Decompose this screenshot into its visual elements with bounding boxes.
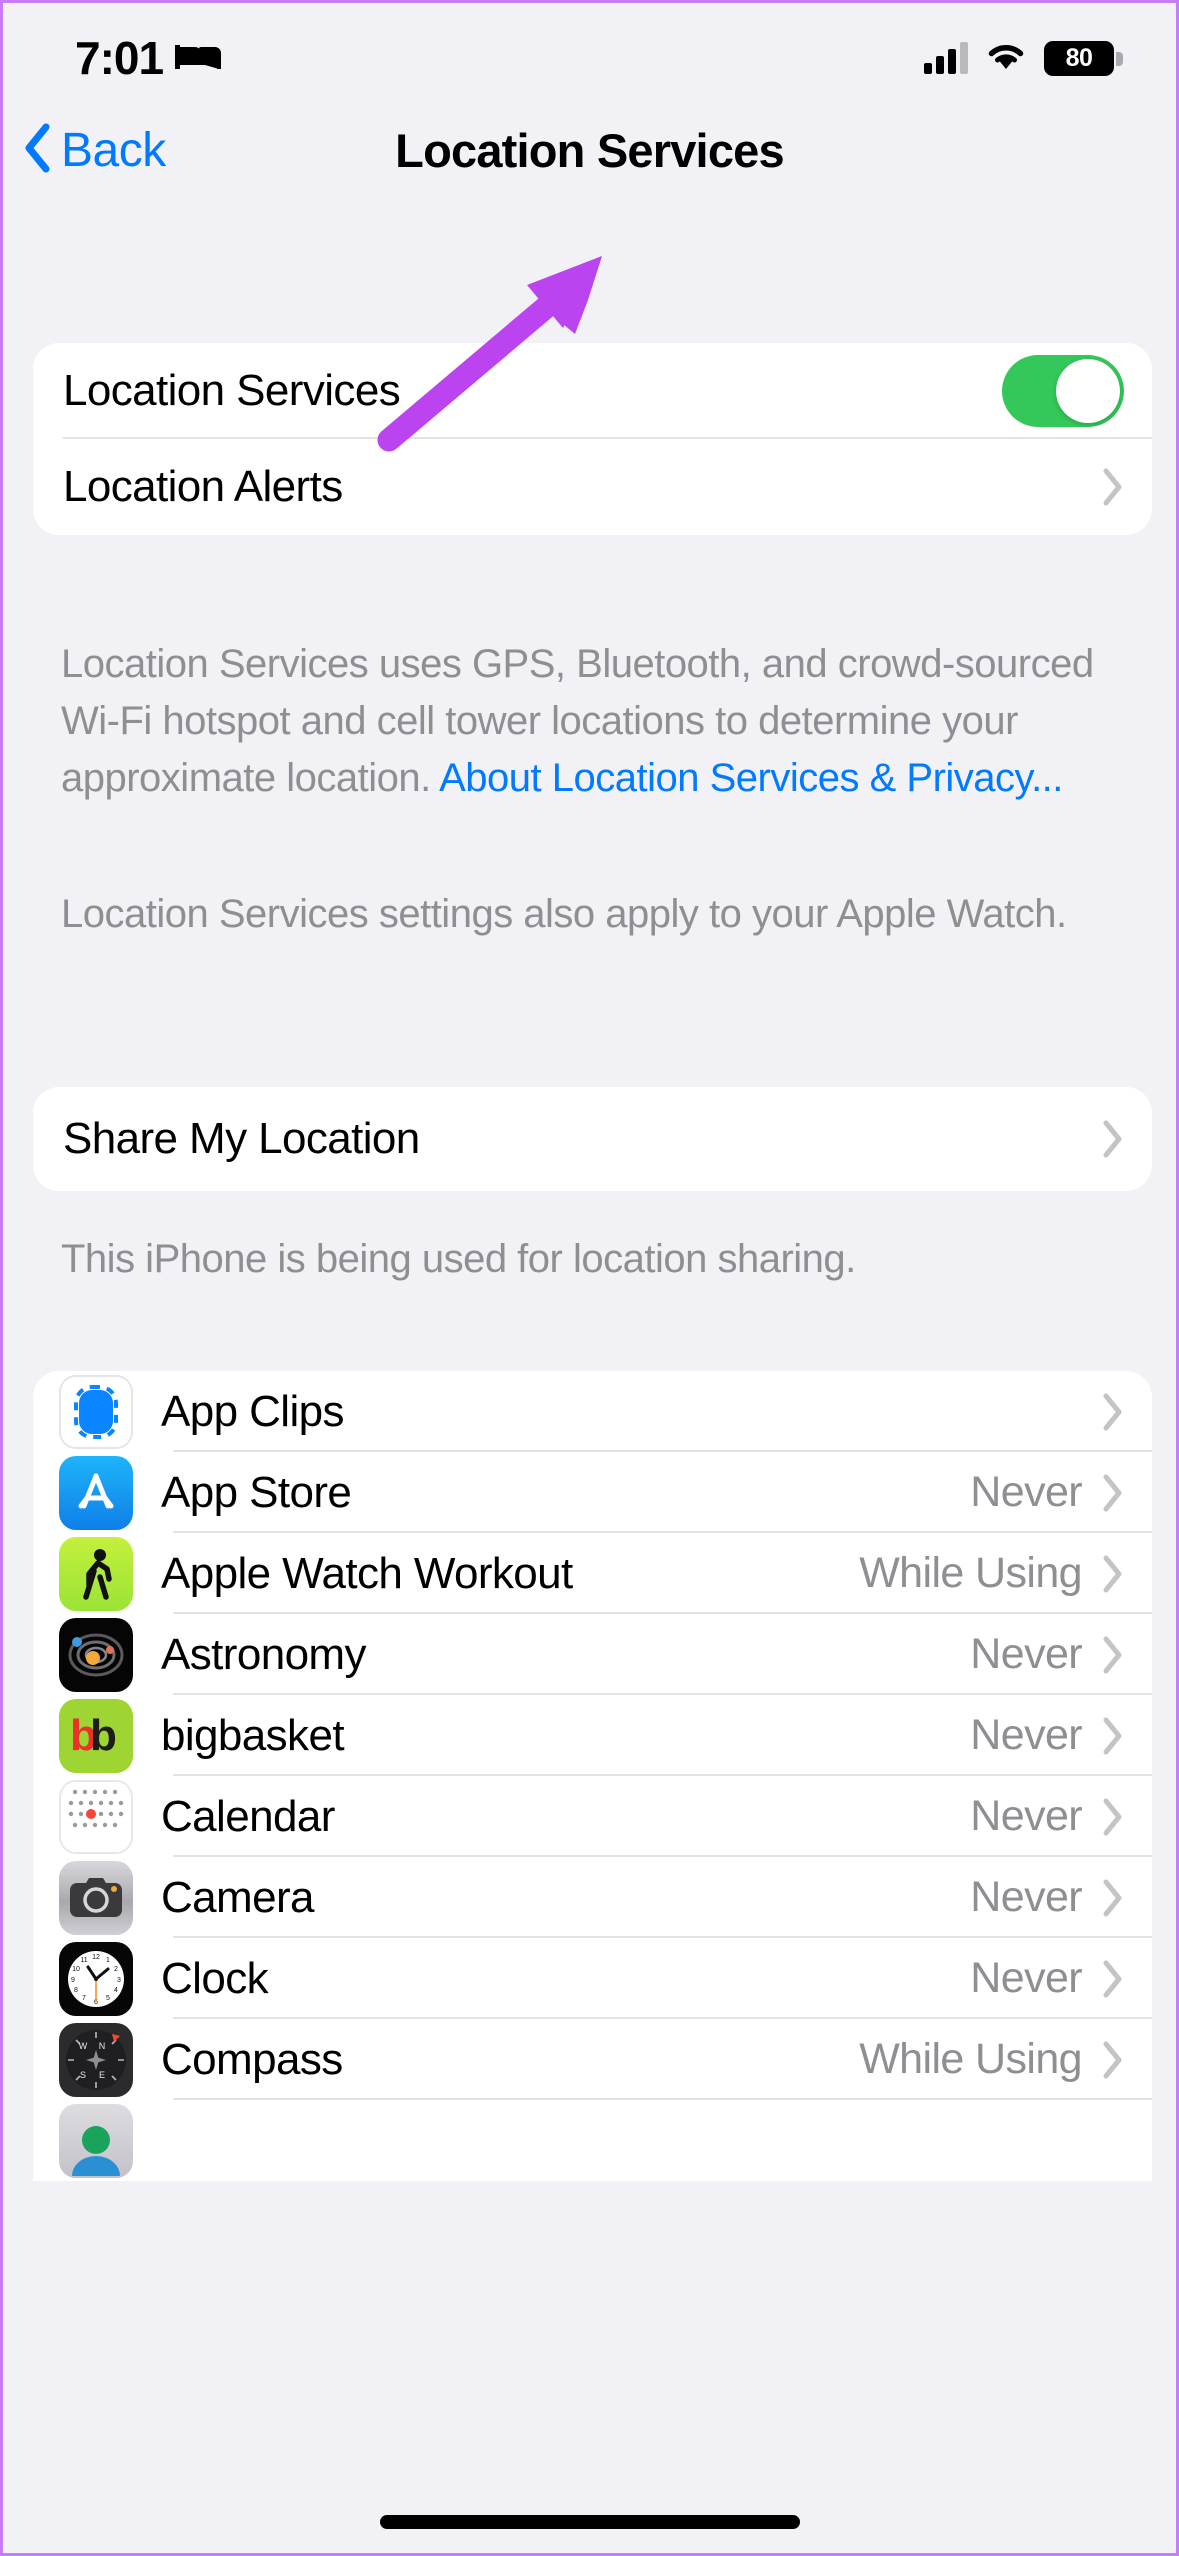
app-permission-status: Never [970, 1954, 1082, 2002]
app-clips-icon [59, 1374, 133, 1449]
app-row-clock[interactable]: 12 1 2 345 678 9 10 11 Clock Never [33, 1938, 1152, 2019]
app-name: Compass [161, 2034, 343, 2084]
iphone-screen: 7:01 80 Back Location Services Location … [0, 0, 1179, 2556]
app-row-partial[interactable] [33, 2100, 1152, 2181]
app-name: bigbasket [161, 1710, 345, 1760]
chevron-right-icon [1102, 1716, 1124, 1756]
location-services-description: Location Services uses GPS, Bluetooth, a… [61, 636, 1126, 806]
page-title: Location Services [395, 124, 784, 177]
location-services-label: Location Services [63, 366, 401, 415]
svg-text:12: 12 [92, 1954, 100, 1961]
status-bar-right: 80 [924, 40, 1123, 77]
row-location-services[interactable]: Location Services [33, 343, 1152, 439]
svg-text:b: b [90, 1711, 117, 1760]
chevron-right-icon [1102, 1473, 1124, 1513]
toggle-knob [1056, 359, 1120, 423]
clock-icon: 12 1 2 345 678 9 10 11 [59, 1941, 133, 2016]
svg-text:8: 8 [74, 1987, 78, 1994]
status-bar-clock: 7:01 [75, 32, 164, 84]
apple-watch-note: Location Services settings also apply to… [61, 892, 1067, 936]
home-indicator [379, 2515, 800, 2529]
svg-text:2: 2 [114, 1966, 118, 1973]
location-services-card: Location Services Location Alerts [33, 343, 1152, 535]
location-alerts-label: Location Alerts [63, 462, 343, 511]
row-share-my-location[interactable]: Share My Location [33, 1087, 1152, 1191]
app-row-astronomy[interactable]: Astronomy Never [33, 1614, 1152, 1695]
app-permission-status: While Using [859, 1549, 1082, 1597]
calendar-icon [59, 1779, 133, 1854]
app-permission-status: Never [970, 1468, 1082, 1516]
compass-icon: N E S W [59, 2022, 133, 2097]
app-name: Clock [161, 1953, 269, 2003]
app-row-app-clips[interactable]: App Clips [33, 1371, 1152, 1452]
bigbasket-icon: b b [59, 1698, 133, 1773]
app-permission-status: Never [970, 1792, 1082, 1840]
share-my-location-label: Share My Location [63, 1114, 420, 1163]
app-row-app-store[interactable]: App Store Never [33, 1452, 1152, 1533]
app-permissions-card: App Clips App Store Never Apple Watch Wo… [33, 1371, 1152, 2181]
about-location-privacy-link[interactable]: About Location Services & Privacy... [439, 756, 1063, 800]
app-permission-status: Never [970, 1873, 1082, 1921]
svg-text:N: N [99, 2041, 106, 2051]
app-name: Apple Watch Workout [161, 1548, 573, 1598]
svg-text:S: S [80, 2070, 86, 2080]
chevron-right-icon [1102, 1392, 1124, 1432]
app-row-apple-watch-workout[interactable]: Apple Watch Workout While Using [33, 1533, 1152, 1614]
app-name: Astronomy [161, 1629, 366, 1679]
svg-text:E: E [99, 2070, 105, 2080]
app-permission-status: While Using [859, 2035, 1082, 2083]
app-row-calendar[interactable]: Calendar Never [33, 1776, 1152, 1857]
chevron-right-icon [1102, 1119, 1124, 1159]
cellular-bars-icon [924, 42, 968, 74]
workout-icon [59, 1536, 133, 1611]
calendar-grid [61, 1782, 131, 1836]
status-bar: 7:01 80 [3, 3, 1176, 113]
app-name: Camera [161, 1872, 315, 1922]
astronomy-icon [59, 1617, 133, 1692]
chevron-right-icon [1102, 1635, 1124, 1675]
app-row-camera[interactable]: Camera Never [33, 1857, 1152, 1938]
app-row-bigbasket[interactable]: b b bigbasket Never [33, 1695, 1152, 1776]
svg-text:11: 11 [80, 1957, 87, 1964]
status-bar-left: 7:01 [75, 31, 222, 85]
app-name: Calendar [161, 1791, 335, 1841]
app-name: App Store [161, 1467, 352, 1517]
row-location-alerts[interactable]: Location Alerts [33, 439, 1152, 535]
location-services-toggle[interactable] [1002, 355, 1124, 427]
svg-text:3: 3 [117, 1977, 121, 1984]
camera-icon [59, 1860, 133, 1935]
svg-text:W: W [79, 2041, 88, 2051]
location-sharing-note: This iPhone is being used for location s… [61, 1237, 856, 1281]
battery-percent-label: 80 [1065, 43, 1093, 72]
app-name: App Clips [161, 1386, 345, 1436]
chevron-right-icon [1102, 1959, 1124, 1999]
bed-icon [175, 39, 222, 78]
app-row-compass[interactable]: N E S W Compass While Using [33, 2019, 1152, 2100]
svg-text:10: 10 [72, 1966, 80, 1973]
chevron-right-icon [1102, 1554, 1124, 1594]
svg-text:9: 9 [71, 1977, 75, 1984]
svg-text:4: 4 [114, 1987, 118, 1994]
share-my-location-card: Share My Location [33, 1087, 1152, 1191]
navigation-bar: Back Location Services [3, 108, 1176, 193]
chevron-right-icon [1102, 1878, 1124, 1918]
svg-text:1: 1 [106, 1957, 110, 1964]
chevron-right-icon [1102, 2040, 1124, 2080]
app-store-icon [59, 1455, 133, 1530]
battery-indicator: 80 [1044, 40, 1123, 76]
chevron-right-icon [1102, 1797, 1124, 1837]
app-permission-status: Never [970, 1630, 1082, 1678]
svg-text:5: 5 [106, 1995, 110, 2002]
svg-text:7: 7 [82, 1995, 86, 2002]
chevron-right-icon [1102, 467, 1124, 507]
app-permission-status: Never [970, 1711, 1082, 1759]
contacts-icon [59, 2103, 133, 2178]
wifi-icon [985, 40, 1027, 77]
